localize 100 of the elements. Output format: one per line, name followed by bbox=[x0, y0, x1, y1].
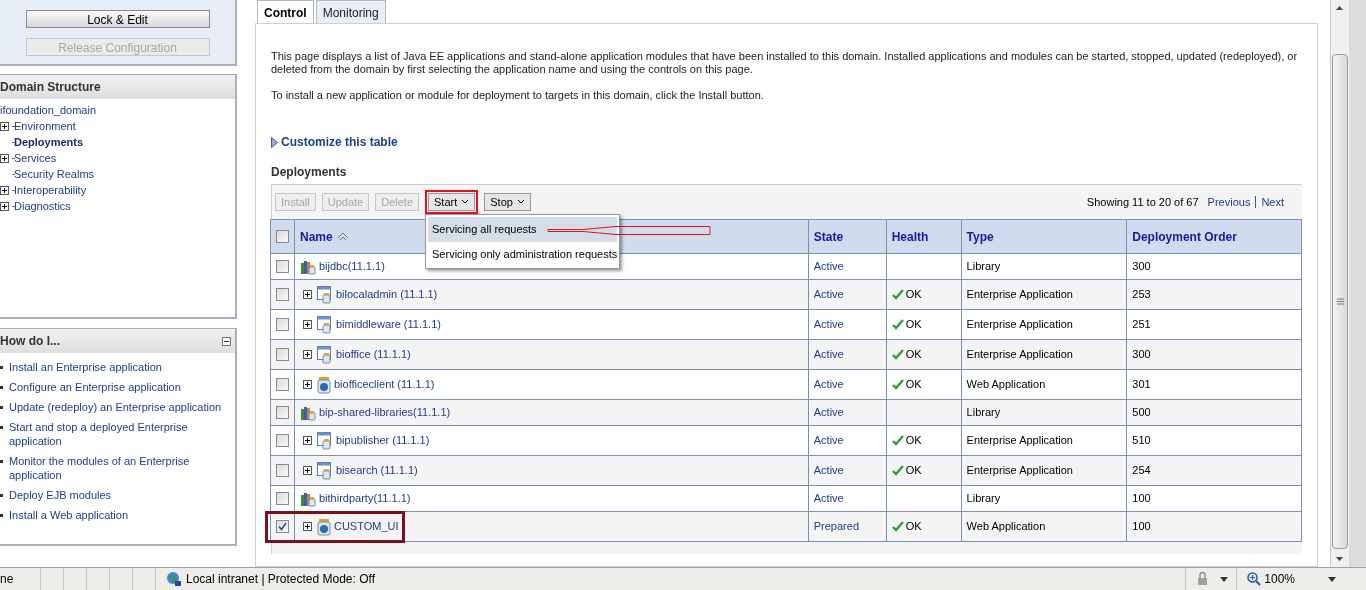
tree-item[interactable]: Interoperability bbox=[14, 182, 87, 199]
deployment-name-link[interactable]: biofficeclient (11.1.1) bbox=[333, 379, 435, 390]
next-link[interactable]: Next bbox=[1261, 193, 1284, 211]
order-cell: 254 bbox=[1132, 464, 1151, 476]
section-title: Deployments bbox=[271, 164, 347, 181]
order-cell: 300 bbox=[1132, 348, 1151, 360]
deployment-name-link[interactable]: bilocaladmin (11.1.1) bbox=[335, 289, 438, 300]
check-icon bbox=[891, 379, 904, 390]
application-icon bbox=[316, 345, 333, 364]
row-checkbox[interactable] bbox=[276, 434, 289, 447]
toolbar-button[interactable]: Start bbox=[428, 193, 476, 211]
column-header[interactable]: Name bbox=[299, 227, 333, 246]
application-icon bbox=[316, 285, 333, 304]
deployment-name-link[interactable]: bijdbc(11.1.1) bbox=[318, 261, 385, 272]
type-cell: Enterprise Application bbox=[966, 348, 1073, 360]
bullet-icon bbox=[0, 406, 3, 409]
order-cell: 300 bbox=[1132, 260, 1151, 272]
deployment-name-link[interactable]: bip-shared-libraries(11.1.1) bbox=[318, 407, 451, 418]
bullet-icon bbox=[0, 366, 3, 369]
help-link[interactable]: Deploy EJB modules bbox=[9, 488, 224, 502]
tree-item[interactable]: Environment bbox=[14, 118, 76, 135]
tab[interactable]: Control bbox=[257, 0, 314, 24]
bullet-icon bbox=[0, 426, 3, 429]
row-checkbox[interactable] bbox=[276, 406, 289, 419]
dropdown-arrow-icon[interactable] bbox=[1328, 576, 1336, 582]
expand-icon[interactable] bbox=[0, 202, 9, 211]
collapse-icon[interactable] bbox=[222, 336, 231, 346]
help-link[interactable]: Start and stop a deployed Enterprise application bbox=[9, 420, 224, 448]
tree-item[interactable]: Security Realms bbox=[14, 166, 95, 183]
health-status: OK bbox=[905, 465, 922, 476]
type-cell: Library bbox=[966, 492, 1001, 504]
menu-item[interactable]: Servicing all requests bbox=[428, 217, 618, 242]
help-link[interactable]: Install a Web application bbox=[9, 508, 224, 522]
library-icon bbox=[299, 258, 316, 275]
type-cell: Web Application bbox=[966, 520, 1046, 532]
row-checkbox[interactable] bbox=[276, 348, 289, 361]
expand-icon[interactable] bbox=[302, 320, 312, 329]
expand-icon[interactable] bbox=[302, 350, 312, 359]
type-cell: Enterprise Application bbox=[966, 288, 1073, 300]
state-link[interactable]: Active bbox=[813, 464, 844, 476]
column-header: Health bbox=[891, 228, 929, 246]
expand-icon[interactable] bbox=[302, 380, 312, 389]
row-checkbox[interactable] bbox=[276, 378, 289, 391]
bullet-icon bbox=[0, 460, 3, 463]
row-checkbox[interactable] bbox=[276, 230, 289, 243]
state-link[interactable]: Active bbox=[813, 406, 844, 418]
toolbar-button[interactable]: Stop bbox=[484, 193, 531, 211]
state-link[interactable]: Active bbox=[813, 348, 844, 360]
expand-icon[interactable] bbox=[302, 290, 312, 299]
expand-icon[interactable] bbox=[302, 522, 312, 531]
deployment-name-link[interactable]: bithirdparty(11.1.1) bbox=[318, 493, 411, 504]
state-link[interactable]: Active bbox=[813, 434, 844, 446]
expand-icon[interactable] bbox=[0, 154, 9, 163]
row-checkbox[interactable] bbox=[276, 288, 289, 301]
tree-item[interactable]: Diagnostics bbox=[14, 198, 71, 215]
row-checkbox[interactable] bbox=[276, 318, 289, 331]
tree-item[interactable]: Services bbox=[14, 150, 57, 167]
vertical-scrollbar[interactable] bbox=[1330, 0, 1349, 567]
customize-link[interactable]: Customize this table bbox=[281, 133, 398, 151]
deployment-name-link[interactable]: bipublisher (11.1.1) bbox=[335, 435, 430, 446]
security-zone-text: Local intranet | Protected Mode: Off bbox=[186, 571, 375, 588]
expand-icon[interactable] bbox=[0, 186, 9, 195]
deployment-name-link[interactable]: bimiddleware (11.1.1) bbox=[335, 319, 441, 330]
help-link[interactable]: Install an Enterprise application bbox=[9, 360, 224, 374]
expand-icon[interactable] bbox=[302, 466, 312, 475]
expand-icon[interactable] bbox=[0, 122, 9, 131]
pagination-summary: Showing 11 to 20 of 67 bbox=[1086, 194, 1199, 210]
state-link[interactable]: Active bbox=[813, 492, 844, 504]
order-cell: 100 bbox=[1132, 520, 1151, 532]
deployment-name-link[interactable]: bisearch (11.1.1) bbox=[335, 465, 418, 476]
row-checkbox[interactable] bbox=[276, 464, 289, 477]
row-checkbox[interactable] bbox=[276, 260, 289, 273]
help-link[interactable]: Configure an Enterprise application bbox=[9, 380, 224, 394]
zoom-level[interactable]: 100% bbox=[1264, 570, 1295, 588]
help-link[interactable]: Update (redeploy) an Enterprise application bbox=[9, 400, 224, 414]
tree-root[interactable]: ifoundation_domain bbox=[0, 102, 235, 119]
tab[interactable]: Monitoring bbox=[315, 0, 386, 24]
state-link[interactable]: Active bbox=[813, 260, 844, 272]
row-checkbox[interactable] bbox=[276, 492, 289, 505]
expand-icon[interactable] bbox=[302, 436, 312, 445]
expand-arrow-icon[interactable] bbox=[271, 136, 278, 148]
help-link[interactable]: Monitor the modules of an Enterprise application bbox=[9, 454, 224, 482]
zoom-icon[interactable] bbox=[1247, 572, 1262, 586]
deployment-name-link[interactable]: CUSTOM_UI bbox=[333, 521, 399, 532]
health-status: OK bbox=[905, 349, 922, 360]
previous-link[interactable]: Previous bbox=[1207, 193, 1251, 211]
bullet-icon bbox=[0, 494, 3, 497]
sort-icon[interactable] bbox=[336, 232, 349, 241]
state-link[interactable]: Active bbox=[813, 288, 844, 300]
sidebar-button[interactable]: Lock & Edit bbox=[25, 10, 210, 28]
state-link[interactable]: Active bbox=[813, 318, 844, 330]
health-status: OK bbox=[905, 379, 922, 390]
scrollbar-thumb[interactable] bbox=[1332, 54, 1348, 549]
row-checkbox[interactable] bbox=[276, 520, 289, 533]
state-link[interactable]: Active bbox=[813, 378, 844, 390]
tree-item[interactable]: Deployments bbox=[14, 134, 84, 151]
check-icon bbox=[891, 349, 904, 360]
deployment-name-link[interactable]: bioffice (11.1.1) bbox=[335, 349, 411, 360]
application-icon bbox=[316, 461, 333, 480]
dropdown-arrow-icon[interactable] bbox=[1220, 576, 1229, 582]
